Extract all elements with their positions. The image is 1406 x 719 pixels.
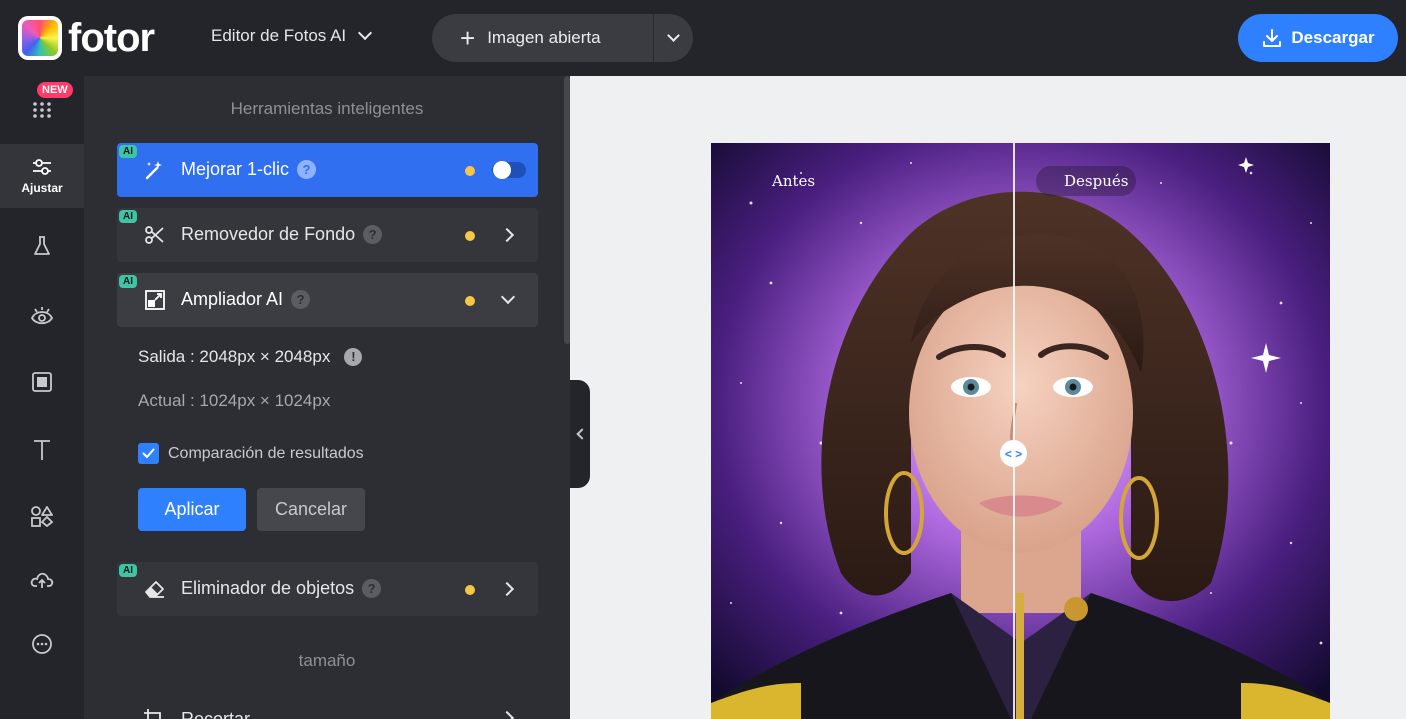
eraser-icon: [145, 581, 164, 598]
rail-item-effects[interactable]: [0, 214, 84, 278]
chevron-down-icon: [500, 289, 516, 305]
tool-label: Eliminador de objetos: [181, 578, 355, 598]
chevron-right-icon: [499, 581, 515, 597]
help-icon[interactable]: ?: [362, 579, 382, 598]
top-bar: fotor Editor de Fotos AI + Imagen abiert…: [0, 0, 1406, 76]
fotor-logo[interactable]: fotor: [18, 16, 155, 60]
before-label: Antes: [772, 172, 816, 190]
new-badge: NEW: [37, 82, 73, 98]
chevron-right-icon: [499, 227, 515, 243]
compare-slider-handle[interactable]: < >: [1000, 440, 1027, 467]
text-icon: [34, 440, 50, 460]
editor-menu-label: Editor de Fotos AI: [211, 26, 347, 45]
help-icon[interactable]: ?: [297, 160, 317, 179]
portrait-image[interactable]: [711, 143, 1330, 719]
rail-label-adjust: Ajustar: [21, 181, 63, 195]
frame-icon: [32, 372, 52, 392]
tool-label: Ampliador AI: [181, 289, 284, 309]
rail-item-elements[interactable]: [0, 484, 84, 548]
chevron-right-icon: [499, 710, 515, 719]
tool-rail: NEW Ajustar: [0, 76, 84, 719]
checkmark-icon: [142, 448, 155, 458]
plus-icon: +: [460, 23, 476, 53]
tool-background-remover[interactable]: AI Removedor de Fondo?: [117, 208, 538, 262]
tool-label: Mejorar 1-clic: [181, 159, 290, 179]
current-size-label: Actual : 1024px × 1024px: [138, 391, 331, 410]
download-icon: [1263, 29, 1282, 47]
chevron-down-icon: [358, 25, 373, 41]
more-icon: [32, 634, 52, 654]
sliders-icon: [33, 159, 51, 175]
compare-divider[interactable]: [1013, 143, 1015, 719]
open-image-button-group: + Imagen abierta: [432, 14, 693, 62]
tool-label: Recortar: [181, 709, 251, 719]
rail-item-beauty[interactable]: [0, 284, 84, 348]
toggle-knob: [493, 161, 511, 179]
ai-badge: AI: [119, 145, 137, 158]
section-title-smart-tools: Herramientas inteligentes: [230, 99, 424, 118]
tool-crop[interactable]: Recortar: [117, 700, 538, 719]
compare-results-label: Comparación de resultados: [168, 444, 364, 462]
magic-wand-icon: [145, 161, 162, 180]
section-title-size: tamaño: [298, 651, 356, 670]
flask-icon: [34, 236, 50, 255]
scissors-icon: [145, 226, 164, 244]
logo-mark-icon: [18, 16, 62, 60]
cloud-upload-icon: [30, 572, 54, 588]
logo-text: fotor: [68, 16, 155, 60]
ai-badge: AI: [119, 210, 137, 223]
after-label: Después: [1036, 166, 1137, 196]
status-dot: [465, 231, 475, 241]
cancel-button[interactable]: Cancelar: [257, 488, 365, 531]
eye-icon: [30, 307, 54, 325]
help-icon[interactable]: ?: [291, 290, 311, 309]
output-size-label: Salida : 2048px × 2048px: [138, 347, 331, 366]
info-icon[interactable]: !: [344, 348, 363, 366]
rail-item-uploads[interactable]: [0, 548, 84, 612]
rail-item-text[interactable]: [0, 418, 84, 482]
status-dot: [465, 296, 475, 306]
apply-button[interactable]: Aplicar: [138, 488, 246, 531]
status-dot: [465, 585, 475, 595]
enhance-toggle[interactable]: [492, 161, 526, 179]
tool-label: Removedor de Fondo: [181, 224, 356, 244]
download-button[interactable]: Descargar: [1238, 14, 1398, 62]
rail-item-frames[interactable]: [0, 350, 84, 414]
editor-menu-dropdown[interactable]: Editor de Fotos AI: [211, 25, 373, 46]
download-label: Descargar: [1291, 28, 1375, 47]
compare-results-row: Comparación de resultados: [138, 443, 364, 464]
tool-one-click-enhance[interactable]: AI Mejorar 1-clic?: [117, 143, 538, 197]
open-image-label: Imagen abierta: [487, 28, 601, 47]
rail-item-apps[interactable]: NEW: [0, 78, 84, 142]
expand-icon: [145, 290, 165, 310]
open-image-button[interactable]: + Imagen abierta: [432, 14, 654, 62]
help-icon[interactable]: ?: [363, 225, 383, 244]
chevron-left-icon: [576, 428, 588, 440]
collapse-panel-button[interactable]: [570, 380, 590, 488]
rail-item-more[interactable]: [0, 612, 84, 676]
apps-grid-icon: [33, 102, 51, 118]
compare-results-checkbox[interactable]: [138, 443, 159, 464]
ai-badge: AI: [119, 564, 137, 577]
ai-badge: AI: [119, 275, 137, 288]
tool-ai-upscaler[interactable]: AI Ampliador AI?: [117, 273, 538, 327]
crop-icon: [144, 709, 161, 719]
output-size-info: Salida : 2048px × 2048px!: [138, 347, 363, 367]
chevron-down-icon: [667, 29, 680, 42]
status-dot: [465, 166, 475, 176]
open-image-dropdown-button[interactable]: [654, 14, 693, 62]
shapes-icon: [31, 506, 54, 527]
portrait-illustration: [711, 143, 1330, 719]
tool-object-remover[interactable]: AI Eliminador de objetos?: [117, 562, 538, 616]
rail-item-adjust[interactable]: Ajustar: [0, 144, 84, 208]
